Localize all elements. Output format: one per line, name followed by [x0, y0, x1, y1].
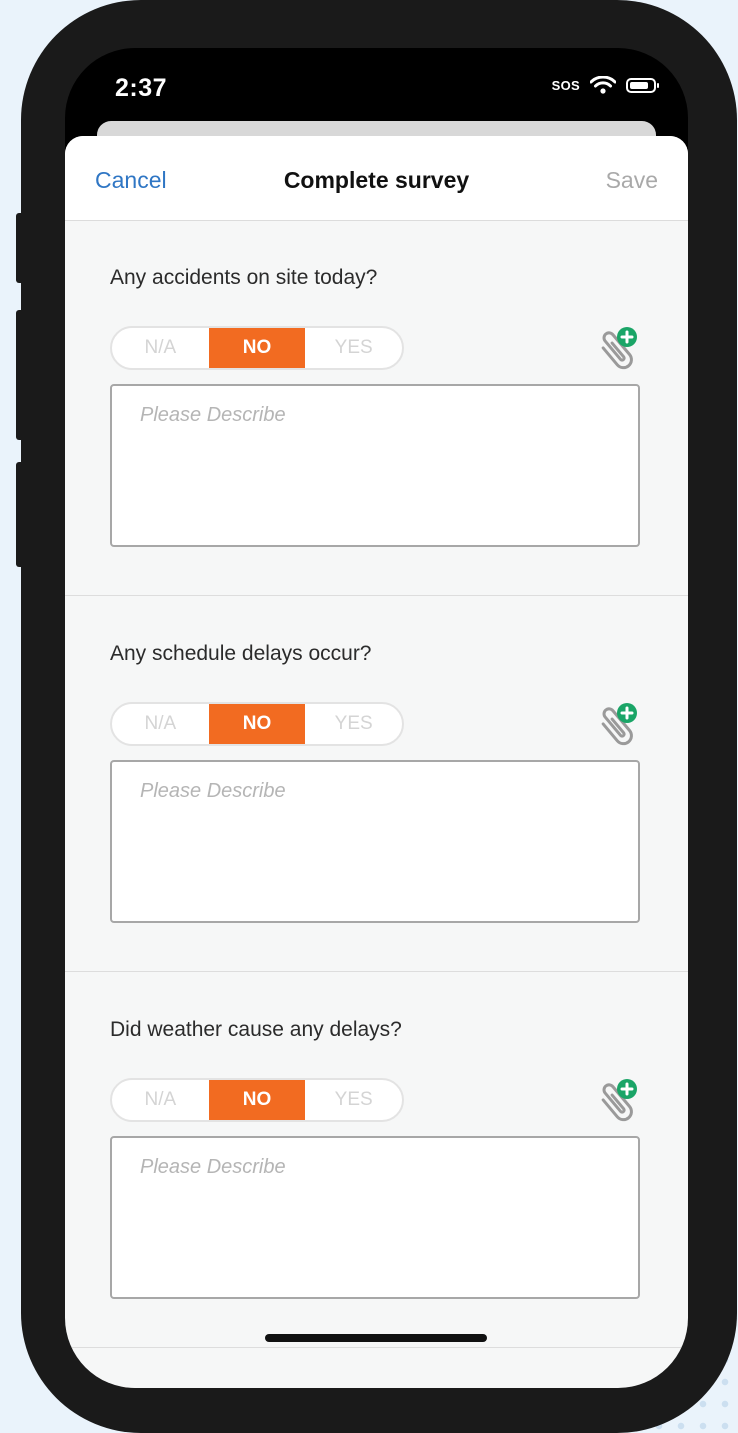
question-text: Any schedule delays occur?	[110, 642, 372, 665]
nav-bar: Cancel Complete survey Save	[65, 136, 688, 221]
describe-textarea[interactable]	[110, 384, 640, 547]
answer-yes-option[interactable]: YES	[305, 704, 402, 744]
answer-segmented-control: N/A NO YES	[110, 326, 404, 370]
battery-icon	[626, 77, 659, 93]
answer-no-option[interactable]: NO	[208, 704, 306, 744]
survey-question: Did weather cause any delays? N/A NO YES	[65, 972, 688, 1348]
question-text: Did weather cause any delays?	[110, 1018, 402, 1041]
status-time: 2:37	[115, 74, 168, 102]
answer-segmented-control: N/A NO YES	[110, 702, 404, 746]
describe-textarea[interactable]	[110, 760, 640, 923]
survey-question: Any schedule delays occur? N/A NO YES	[65, 596, 688, 972]
cancel-button[interactable]: Cancel	[95, 167, 167, 194]
phone-screen: 2:37 SOS Cancel Complete survey Save Any…	[65, 48, 688, 1388]
answer-no-option[interactable]: NO	[208, 1080, 306, 1120]
answer-yes-option[interactable]: YES	[305, 1080, 402, 1120]
wifi-icon	[590, 76, 616, 94]
answer-na-option[interactable]: N/A	[112, 1080, 209, 1120]
question-text: Any accidents on site today?	[110, 266, 378, 289]
paperclip-add-icon[interactable]	[593, 1076, 645, 1124]
paperclip-add-icon[interactable]	[593, 324, 645, 372]
answer-na-option[interactable]: N/A	[112, 704, 209, 744]
save-button[interactable]: Save	[606, 167, 658, 194]
answer-na-option[interactable]: N/A	[112, 328, 209, 368]
answer-segmented-control: N/A NO YES	[110, 1078, 404, 1122]
sos-indicator: SOS	[551, 77, 580, 93]
survey-question: Any accidents on site today? N/A NO YES	[65, 220, 688, 596]
answer-yes-option[interactable]: YES	[305, 328, 402, 368]
status-bar: 2:37 SOS	[65, 48, 688, 128]
answer-no-option[interactable]: NO	[208, 328, 306, 368]
home-indicator[interactable]	[265, 1334, 487, 1342]
paperclip-add-icon[interactable]	[593, 700, 645, 748]
status-icons: SOS	[551, 76, 659, 94]
describe-textarea[interactable]	[110, 1136, 640, 1299]
survey-modal: Cancel Complete survey Save Any accident…	[65, 136, 688, 1388]
